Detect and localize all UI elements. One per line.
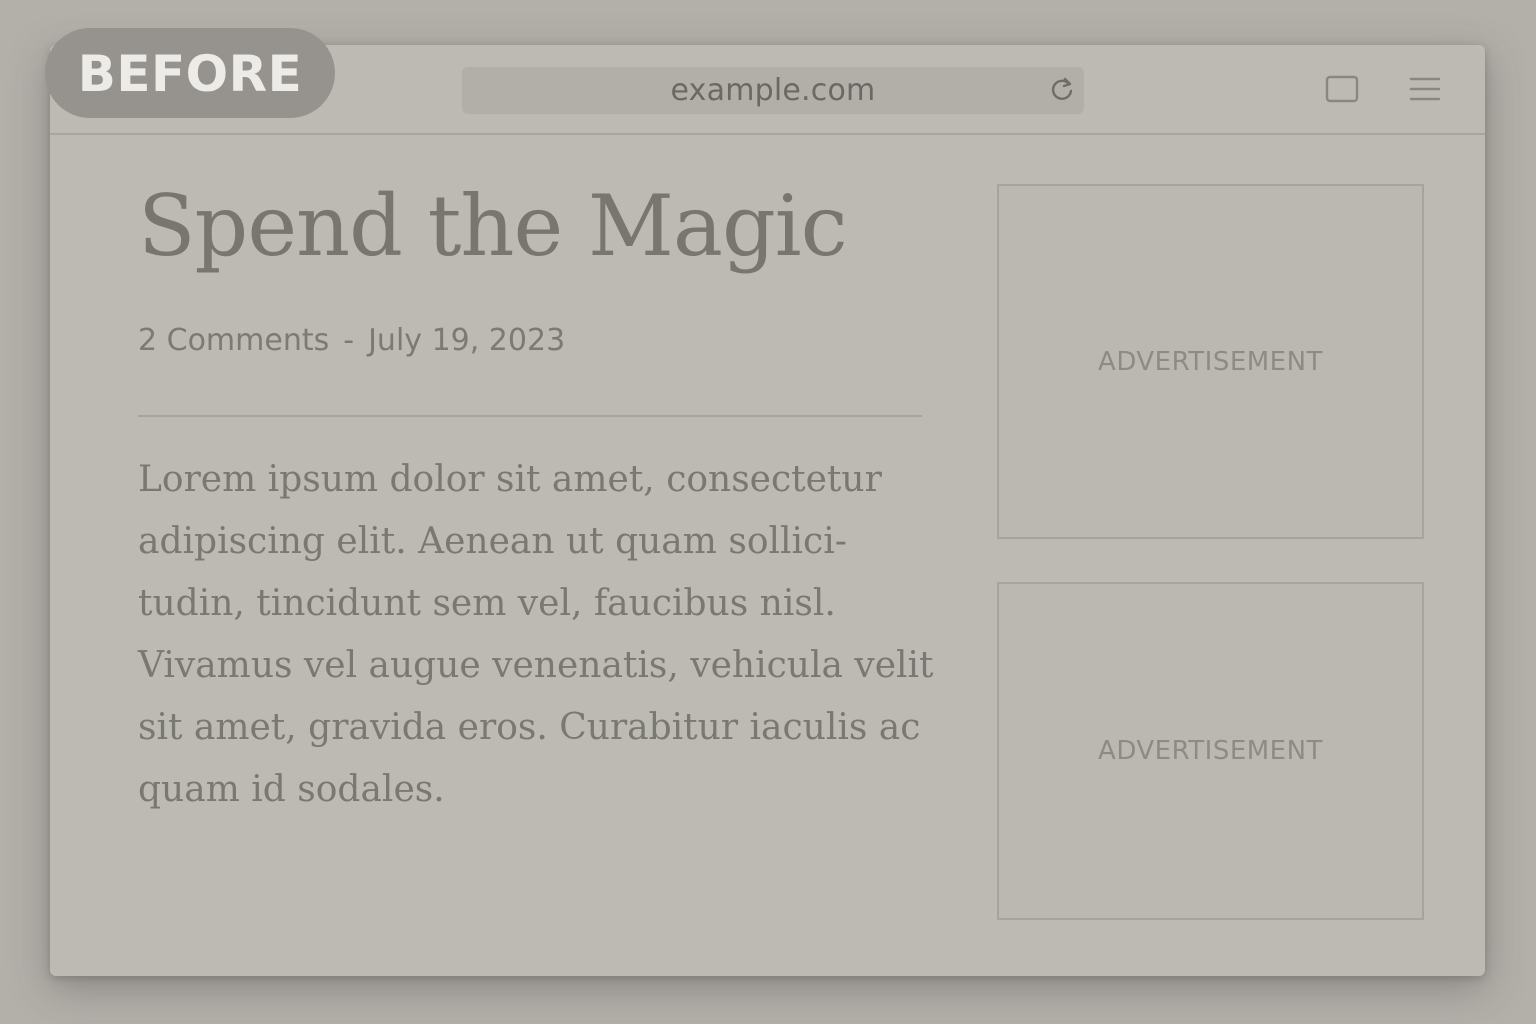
advertisement-slot-1[interactable]: ADVERTISEMENT — [997, 184, 1424, 539]
advertisement-label: ADVERTISEMENT — [1098, 346, 1323, 377]
before-badge: BEFORE — [45, 28, 335, 118]
article-body: Lorem ipsum dolor sit amet, consectetur … — [138, 459, 934, 810]
browser-window: example.com Spend the Magic 2 Comments - J… — [50, 45, 1485, 976]
article-title: Spend the Magic — [138, 177, 848, 275]
reload-icon[interactable] — [1048, 76, 1076, 104]
meta-divider — [138, 415, 922, 417]
advertisement-label: ADVERTISEMENT — [1098, 736, 1323, 766]
before-badge-label: BEFORE — [77, 45, 303, 103]
meta-separator: - — [343, 323, 355, 358]
address-bar[interactable]: example.com — [462, 67, 1084, 114]
menu-icon[interactable] — [1408, 75, 1442, 103]
article-meta: 2 Comments - July 19, 2023 — [138, 323, 565, 358]
advertisement-slot-2[interactable]: ADVERTISEMENT — [997, 582, 1424, 920]
publish-date: July 19, 2023 — [368, 323, 566, 358]
url-text: example.com — [670, 73, 876, 108]
tabs-icon[interactable] — [1325, 75, 1359, 103]
comments-link[interactable]: 2 Comments — [138, 323, 329, 358]
